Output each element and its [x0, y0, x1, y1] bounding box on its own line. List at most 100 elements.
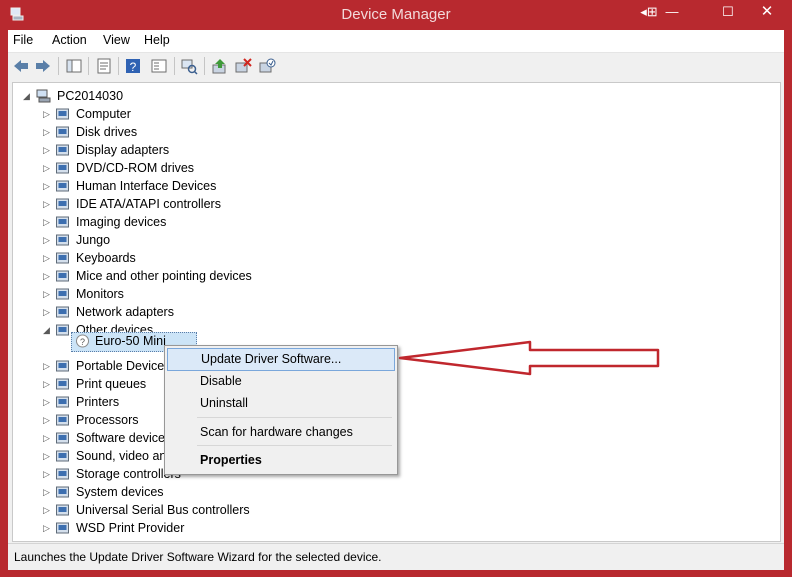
menu-item-label: Update Driver Software...	[201, 352, 342, 366]
expand-arrow-icon[interactable]: ▷	[43, 393, 51, 411]
context-menu: Update Driver Software... Disable Uninst…	[164, 345, 398, 475]
expand-arrow-icon[interactable]: ▷	[43, 303, 51, 321]
expand-arrow-icon[interactable]: ▷	[43, 357, 51, 375]
display-icon	[56, 144, 69, 156]
window-client: File Action View Help ? ◢ PC2014030 ▷ Com…	[8, 30, 784, 570]
menu-item-label: Properties	[200, 453, 262, 467]
mouse-icon	[56, 270, 69, 282]
tree-item-label: Universal Serial Bus controllers	[76, 503, 250, 517]
unknown-device-icon: ?	[76, 334, 89, 348]
hid-icon	[56, 180, 69, 192]
view-icon[interactable]	[150, 57, 168, 75]
expand-arrow-icon[interactable]: ▷	[43, 429, 51, 447]
tree-item-label: Monitors	[76, 287, 124, 301]
help-icon[interactable]: ?	[124, 57, 142, 75]
collapse-arrow-icon[interactable]: ◢	[43, 321, 51, 339]
printer-icon	[56, 396, 69, 408]
tree-item-label: Imaging devices	[76, 215, 167, 229]
expand-arrow-icon[interactable]: ▷	[43, 375, 51, 393]
forward-icon[interactable]	[34, 57, 52, 75]
expand-arrow-icon[interactable]: ▷	[43, 447, 51, 465]
expand-arrow-icon[interactable]: ▷	[43, 465, 51, 483]
tree-item-label: Display adapters	[76, 143, 170, 157]
tree-item-label: Software devices	[76, 431, 172, 445]
toolbar-separator	[204, 57, 205, 75]
expand-arrow-icon[interactable]: ▷	[43, 141, 51, 159]
expand-arrow-icon[interactable]: ▷	[43, 123, 51, 141]
tree-item-label: Sound, video and	[76, 449, 174, 463]
tree-item-label: IDE ATA/ATAPI controllers	[76, 197, 221, 211]
menu-item-label: Scan for hardware changes	[200, 425, 353, 439]
expand-arrow-icon[interactable]: ▷	[43, 267, 51, 285]
expand-arrow-icon[interactable]: ▷	[43, 249, 51, 267]
computer-icon	[56, 108, 69, 120]
tree-item-label: Computer	[76, 107, 131, 121]
system-icon	[56, 486, 69, 498]
camera-icon	[56, 216, 69, 228]
update-driver-menu-item[interactable]: Update Driver Software...	[167, 348, 395, 371]
menu-action[interactable]: Action	[52, 33, 87, 47]
uninstall-icon[interactable]	[234, 57, 252, 75]
menu-help[interactable]: Help	[144, 33, 170, 47]
status-bar: Launches the Update Driver Software Wiza…	[8, 543, 784, 570]
maximize-button[interactable]: ☐	[714, 3, 742, 21]
svg-text:?: ?	[130, 60, 137, 74]
disable-menu-item[interactable]: Disable	[167, 371, 393, 392]
tree-item-label: DVD/CD-ROM drives	[76, 161, 195, 175]
printer-icon	[56, 378, 69, 390]
storage-icon	[56, 468, 69, 480]
expand-arrow-icon[interactable]: ▷	[43, 483, 51, 501]
expand-arrow-icon[interactable]: ▷	[43, 519, 51, 537]
sound-icon	[56, 450, 69, 462]
tree-item-label: Human Interface Devices	[76, 179, 217, 193]
ide-icon	[56, 198, 69, 210]
close-button[interactable]: ✕	[750, 3, 784, 21]
processor-icon	[56, 414, 69, 426]
expand-arrow-icon[interactable]: ▷	[43, 177, 51, 195]
expand-arrow-icon[interactable]: ▷	[43, 411, 51, 429]
scan-hardware-icon[interactable]	[180, 57, 198, 75]
toolbar-separator	[88, 57, 89, 75]
toolbar: ?	[8, 53, 784, 79]
portable-icon	[56, 360, 69, 372]
tree-item-label: Jungo	[76, 233, 111, 247]
tree-item-label: Portable Devices	[76, 359, 171, 373]
collapse-arrow-icon[interactable]: ◢	[23, 87, 31, 105]
update-driver-icon[interactable]	[211, 57, 229, 75]
properties-icon[interactable]	[95, 57, 113, 75]
expand-arrow-icon[interactable]: ▷	[43, 213, 51, 231]
dvd-icon	[56, 162, 69, 174]
properties-menu-item[interactable]: Properties	[167, 450, 393, 471]
menu-file[interactable]: File	[13, 33, 33, 47]
disk-icon	[56, 126, 69, 138]
minimize-button[interactable]: —	[662, 3, 682, 21]
expand-arrow-icon[interactable]: ▷	[43, 195, 51, 213]
keyboard-icon	[56, 252, 69, 264]
scan-hardware-menu-item[interactable]: Scan for hardware changes	[167, 422, 393, 443]
back-icon[interactable]	[12, 57, 30, 75]
uninstall-menu-item[interactable]: Uninstall	[167, 393, 393, 414]
menu-bar: File Action View Help	[8, 30, 784, 53]
tree-item-label: Disk drives	[76, 125, 138, 139]
show-hide-tree-icon[interactable]	[65, 57, 83, 75]
tablet-mode-icon[interactable]: ◂⊞	[638, 3, 660, 21]
tree-item-label: Print queues	[76, 377, 147, 391]
usb-icon	[56, 504, 69, 516]
enable-icon[interactable]	[258, 57, 276, 75]
expand-arrow-icon[interactable]: ▷	[43, 501, 51, 519]
tree-root-label: PC2014030	[57, 89, 124, 103]
tree-item-label: Network adapters	[76, 305, 174, 319]
tree-item-euro-50-mini-label: Euro-50 Mini	[95, 334, 166, 348]
expand-arrow-icon[interactable]: ▷	[43, 159, 51, 177]
expand-arrow-icon[interactable]: ▷	[43, 231, 51, 249]
menu-separator	[197, 417, 392, 418]
title-bar: Device Manager ◂⊞ — ☐ ✕	[0, 0, 792, 30]
menu-view[interactable]: View	[103, 33, 130, 47]
tree-item-label: Mice and other pointing devices	[76, 269, 252, 283]
computer-icon	[36, 89, 51, 103]
expand-arrow-icon[interactable]: ▷	[43, 105, 51, 123]
tree-item-label: System devices	[76, 485, 164, 499]
tree-item-label: Printers	[76, 395, 120, 409]
network-icon	[56, 306, 69, 318]
expand-arrow-icon[interactable]: ▷	[43, 285, 51, 303]
